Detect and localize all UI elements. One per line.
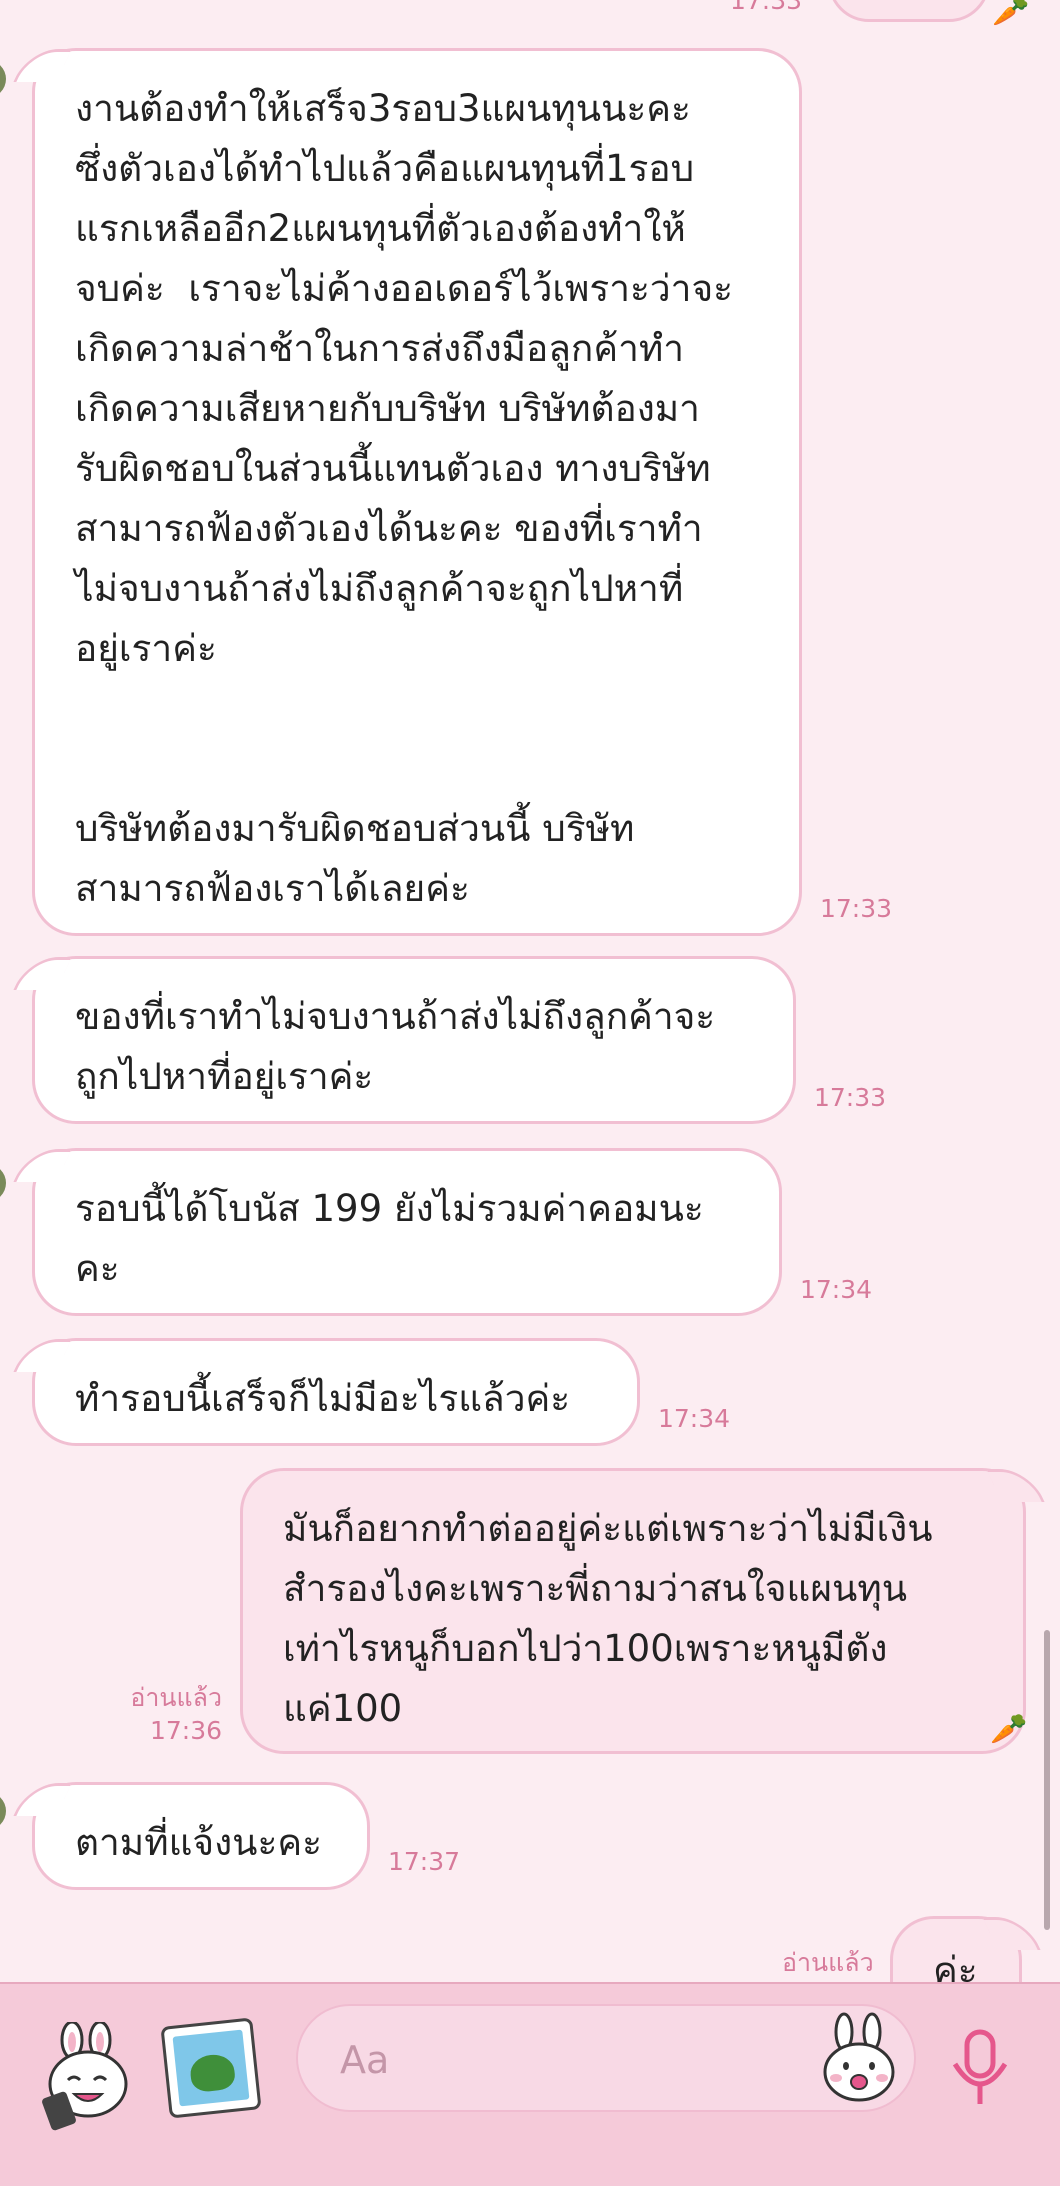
emoji-icon[interactable] bbox=[820, 2010, 898, 2106]
carrot-icon: 🥕 bbox=[990, 1712, 1028, 1747]
avatar[interactable] bbox=[0, 1792, 6, 1830]
chat-area[interactable]: 17:33 🥕 งานต้องทำให้เสร็จ3รอบ3แผนทุนนะคะ… bbox=[0, 0, 1060, 1982]
message-time: 17:34 bbox=[800, 1275, 873, 1304]
read-receipt: อ่านแล้ว bbox=[130, 1683, 222, 1712]
message-time: 17:33 bbox=[730, 0, 803, 15]
message-time: 17:33 bbox=[820, 894, 893, 923]
avatar[interactable] bbox=[0, 60, 6, 98]
sticker-icon[interactable] bbox=[42, 2020, 140, 2132]
read-receipt: อ่านแล้ว bbox=[782, 1948, 874, 1977]
incoming-message-bubble[interactable]: ตามที่แจ้งนะคะ bbox=[32, 1782, 370, 1890]
carrot-icon: 🥕 bbox=[992, 0, 1030, 29]
message-time: 17:33 bbox=[814, 1083, 887, 1112]
outgoing-message-bubble[interactable] bbox=[828, 0, 990, 22]
incoming-message-bubble[interactable]: งานต้องทำให้เสร็จ3รอบ3แผนทุนนะคะ ซึ่งตัว… bbox=[32, 48, 802, 936]
message-time: 17:37 bbox=[388, 1847, 461, 1876]
mic-icon[interactable] bbox=[945, 2024, 1015, 2114]
avatar[interactable] bbox=[0, 1164, 6, 1202]
message-input[interactable] bbox=[338, 2032, 792, 2088]
incoming-message-bubble[interactable]: รอบนี้ได้โบนัส 199 ยังไม่รวมค่าคอมนะ คะ bbox=[32, 1148, 782, 1316]
message-time: 17:34 bbox=[658, 1404, 731, 1433]
outgoing-message-bubble[interactable]: ค่ะ bbox=[890, 1916, 1022, 1982]
incoming-message-bubble[interactable]: ทำรอบนี้เสร็จก็ไม่มีอะไรแล้วค่ะ bbox=[32, 1338, 640, 1446]
message-time: 17:36 bbox=[149, 1716, 222, 1745]
incoming-message-bubble[interactable]: ของที่เราทำไม่จบงานถ้าส่งไม่ถึงลูกค้าจะ … bbox=[32, 956, 796, 1124]
outgoing-message-bubble[interactable]: มันก็อยากทำต่ออยู่ค่ะแต่เพราะว่าไม่มีเงิ… bbox=[240, 1468, 1026, 1754]
scrollbar[interactable] bbox=[1044, 1630, 1050, 1930]
photo-icon[interactable] bbox=[160, 2017, 262, 2119]
